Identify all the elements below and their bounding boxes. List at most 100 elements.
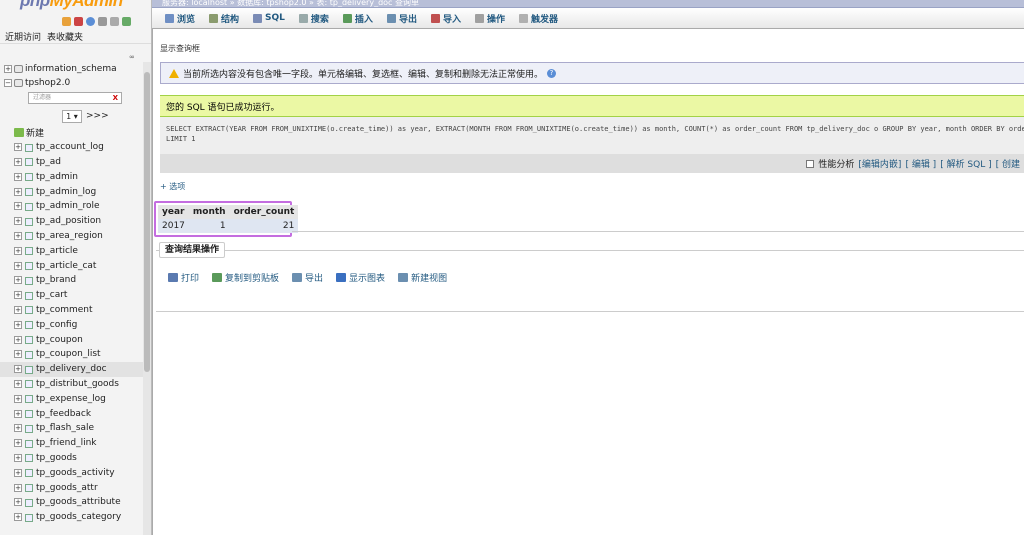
table-item[interactable]: + tp_cart <box>0 288 143 303</box>
expand-icon[interactable]: + <box>14 498 22 507</box>
column-header[interactable]: order_count <box>229 205 299 219</box>
table-item[interactable]: + tp_brand <box>0 273 143 288</box>
expand-icon[interactable]: + <box>14 202 22 211</box>
show-query-link[interactable]: 显示查询框 <box>160 43 1016 55</box>
new-table-item[interactable]: 新建 <box>0 125 143 140</box>
inline-edit-link[interactable]: [编辑内嵌] <box>858 157 901 170</box>
table-item[interactable]: + tp_flash_sale <box>0 421 143 436</box>
tab-4[interactable]: 插入 <box>336 8 380 29</box>
options-toggle[interactable]: + 选项 <box>160 181 1016 191</box>
table-label[interactable]: tp_goods_attr <box>36 483 98 493</box>
operation-link[interactable]: 新建视图 <box>398 271 447 284</box>
table-cell[interactable]: 2017 <box>158 219 189 233</box>
table-label[interactable]: tp_admin_role <box>36 201 100 211</box>
expand-icon[interactable]: + <box>14 409 22 418</box>
gear-icon[interactable] <box>110 16 119 26</box>
new-label[interactable]: 新建 <box>26 126 44 139</box>
table-label[interactable]: tp_comment <box>36 305 93 315</box>
table-item[interactable]: + tp_goods_attr <box>0 480 143 495</box>
table-item[interactable]: + tp_article <box>0 243 143 258</box>
home-icon[interactable] <box>62 16 71 26</box>
operation-link[interactable]: 导出 <box>292 271 323 284</box>
tab-8[interactable]: 触发器 <box>512 8 565 29</box>
table-label[interactable]: tp_distribut_goods <box>36 379 119 389</box>
table-label[interactable]: tp_delivery_doc <box>36 364 107 374</box>
expand-icon[interactable]: + <box>14 365 22 374</box>
expand-icon[interactable]: + <box>14 320 22 329</box>
table-item[interactable]: + tp_expense_log <box>0 391 143 406</box>
table-item[interactable]: + tp_goods_activity <box>0 465 143 480</box>
phpmyadmin-logo[interactable]: phpMyAdmin <box>0 0 151 13</box>
table-item[interactable]: + tp_coupon_list <box>0 347 143 362</box>
table-item[interactable]: + tp_goods_attribute <box>0 495 143 510</box>
clear-filter-icon[interactable]: X <box>113 93 118 103</box>
scroll-thumb[interactable] <box>144 72 150 372</box>
expand-icon[interactable]: + <box>14 439 22 448</box>
collapse-icon[interactable]: − <box>4 79 12 87</box>
tab-2[interactable]: SQL <box>246 8 292 29</box>
table-item[interactable]: + tp_config <box>0 317 143 332</box>
table-label[interactable]: tp_expense_log <box>36 394 106 404</box>
expand-icon[interactable]: + <box>14 379 22 388</box>
operation-link[interactable]: 复制到剪贴板 <box>212 271 279 284</box>
table-label[interactable]: tp_ad_position <box>36 216 101 226</box>
tab-3[interactable]: 搜索 <box>292 8 336 29</box>
favorites-link[interactable]: 表收藏夹 <box>47 30 83 43</box>
expand-icon[interactable]: + <box>14 350 22 359</box>
exit-icon[interactable] <box>74 16 83 26</box>
table-label[interactable]: tp_goods_activity <box>36 468 115 478</box>
expand-icon[interactable]: + <box>14 513 22 522</box>
expand-icon[interactable]: + <box>14 468 22 477</box>
table-label[interactable]: tp_goods <box>36 453 77 463</box>
tab-1[interactable]: 结构 <box>202 8 246 29</box>
table-item[interactable]: + tp_comment <box>0 303 143 318</box>
table-cell[interactable]: 1 <box>188 219 230 233</box>
table-item[interactable]: + tp_admin_role <box>0 199 143 214</box>
table-item[interactable]: + tp_coupon <box>0 332 143 347</box>
nav-scrollbar[interactable] <box>143 62 151 535</box>
table-item[interactable]: + tp_admin_log <box>0 184 143 199</box>
expand-icon[interactable]: + <box>14 453 22 462</box>
reload-icon[interactable] <box>122 16 131 26</box>
expand-icon[interactable]: + <box>14 335 22 344</box>
expand-icon[interactable]: + <box>14 394 22 403</box>
table-label[interactable]: tp_cart <box>36 290 67 300</box>
table-item[interactable]: + tp_area_region <box>0 229 143 244</box>
docs-icon[interactable] <box>98 16 107 26</box>
table-item[interactable]: + tp_account_log <box>0 140 143 155</box>
db-tpshop[interactable]: − tpshop2.0 <box>0 76 143 90</box>
tab-5[interactable]: 导出 <box>380 8 424 29</box>
table-item[interactable]: + tp_ad <box>0 155 143 170</box>
table-label[interactable]: tp_coupon_list <box>36 349 101 359</box>
table-label[interactable]: tp_flash_sale <box>36 423 94 433</box>
tab-0[interactable]: 浏览 <box>158 8 202 29</box>
expand-icon[interactable]: + <box>14 424 22 433</box>
help-icon[interactable]: ? <box>547 68 557 78</box>
expand-icon[interactable]: + <box>14 291 22 300</box>
table-label[interactable]: tp_article_cat <box>36 261 96 271</box>
expand-icon[interactable]: + <box>14 172 22 181</box>
expand-icon[interactable]: + <box>14 231 22 240</box>
operation-link[interactable]: 显示图表 <box>336 271 385 284</box>
recent-link[interactable]: 近期访问 <box>5 30 41 43</box>
expand-icon[interactable]: + <box>14 276 22 285</box>
table-label[interactable]: tp_article <box>36 246 78 256</box>
profiling-checkbox[interactable] <box>806 159 815 168</box>
create-php-link[interactable]: [ 创建 <box>996 157 1020 170</box>
db-label[interactable]: information_schema <box>25 64 117 74</box>
table-label[interactable]: tp_friend_link <box>36 438 96 448</box>
expand-icon[interactable]: + <box>14 261 22 270</box>
tab-6[interactable]: 导入 <box>424 8 468 29</box>
table-label[interactable]: tp_feedback <box>36 409 91 419</box>
table-label[interactable]: tp_account_log <box>36 142 104 152</box>
table-label[interactable]: tp_area_region <box>36 231 103 241</box>
column-header[interactable]: month <box>188 205 230 219</box>
expand-icon[interactable]: + <box>14 157 22 166</box>
help-icon[interactable] <box>86 16 95 26</box>
table-label[interactable]: tp_goods_category <box>36 512 121 522</box>
expand-icon[interactable]: + <box>14 217 22 226</box>
expand-icon[interactable]: + <box>14 187 22 196</box>
table-label[interactable]: tp_admin <box>36 172 78 182</box>
table-label[interactable]: tp_ad <box>36 157 61 167</box>
tab-7[interactable]: 操作 <box>468 8 512 29</box>
